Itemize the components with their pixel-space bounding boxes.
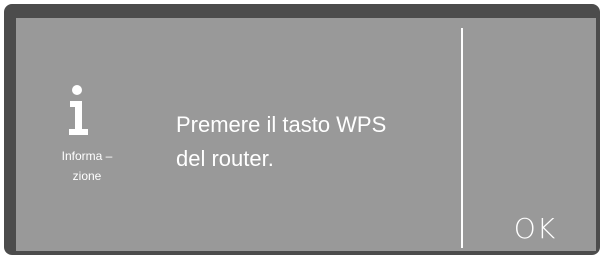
ok-button[interactable]: OK [474,206,596,251]
message-line2: del router. [176,146,274,171]
dialog-panel: Informa – zione Premere il tasto WPS del… [16,18,596,251]
divider [461,28,463,248]
display-screen: Informa – zione Premere il tasto WPS del… [4,4,600,255]
info-label-line1: Informa – [61,149,113,163]
device-bezel: Informa – zione Premere il tasto WPS del… [0,0,604,259]
info-icon [69,85,88,135]
dialog-message: Premere il tasto WPS del router. [176,108,456,176]
message-line1: Premere il tasto WPS [176,112,387,137]
info-label-line2: zione [72,169,102,183]
info-label: Informa – zione [52,146,122,186]
